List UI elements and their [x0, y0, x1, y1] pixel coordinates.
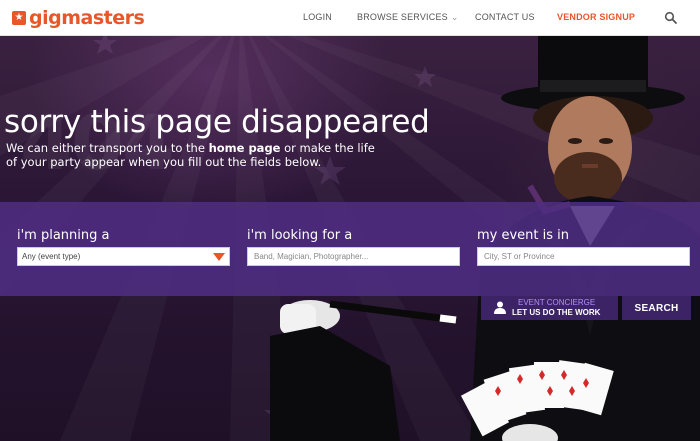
- event-type-select[interactable]: Any (event type): [17, 247, 230, 266]
- chevron-down-icon: ⌄: [450, 12, 459, 22]
- page-title: sorry this page disappeared: [4, 104, 430, 140]
- star-icon: ★: [12, 11, 26, 25]
- nav-vendor-signup[interactable]: VENDOR SIGNUP: [557, 12, 635, 22]
- looking-for-label: i'm looking for a: [247, 228, 353, 243]
- subtitle-prefix: We can either transport you to the: [6, 141, 209, 155]
- event-type-value: Any (event type): [22, 252, 81, 261]
- nav-browse-label: BROWSE SERVICES: [357, 12, 448, 22]
- location-input[interactable]: [477, 247, 690, 266]
- logo-text: gigmasters: [29, 7, 145, 29]
- hero-section: 404 sorry this page disappeared We can e…: [0, 36, 700, 441]
- event-location-label: my event is in: [477, 228, 570, 243]
- nav-browse-services[interactable]: BROWSE SERVICES ⌄: [357, 12, 459, 23]
- concierge-subtitle: LET US DO THE WORK: [512, 308, 601, 317]
- concierge-title: EVENT CONCIERGE: [518, 298, 596, 307]
- home-page-link[interactable]: home page: [209, 141, 281, 155]
- nav-login[interactable]: LOGIN: [303, 12, 332, 22]
- nav-contact-us[interactable]: CONTACT US: [475, 12, 535, 22]
- gigmasters-logo[interactable]: ★ gigmasters: [12, 7, 145, 29]
- person-icon: [494, 301, 506, 314]
- search-icon[interactable]: [664, 11, 678, 25]
- page-subtitle: We can either transport you to the home …: [6, 141, 376, 169]
- search-button[interactable]: SEARCH: [622, 296, 691, 320]
- event-concierge-button[interactable]: EVENT CONCIERGE LET US DO THE WORK: [481, 296, 618, 320]
- search-form: i'm planning a Any (event type) i'm look…: [0, 202, 700, 296]
- planning-label: i'm planning a: [17, 228, 110, 243]
- service-search-input[interactable]: [247, 247, 460, 266]
- triangle-down-icon: [209, 248, 229, 265]
- site-header: ★ gigmasters LOGIN BROWSE SERVICES ⌄ CONT…: [0, 0, 700, 36]
